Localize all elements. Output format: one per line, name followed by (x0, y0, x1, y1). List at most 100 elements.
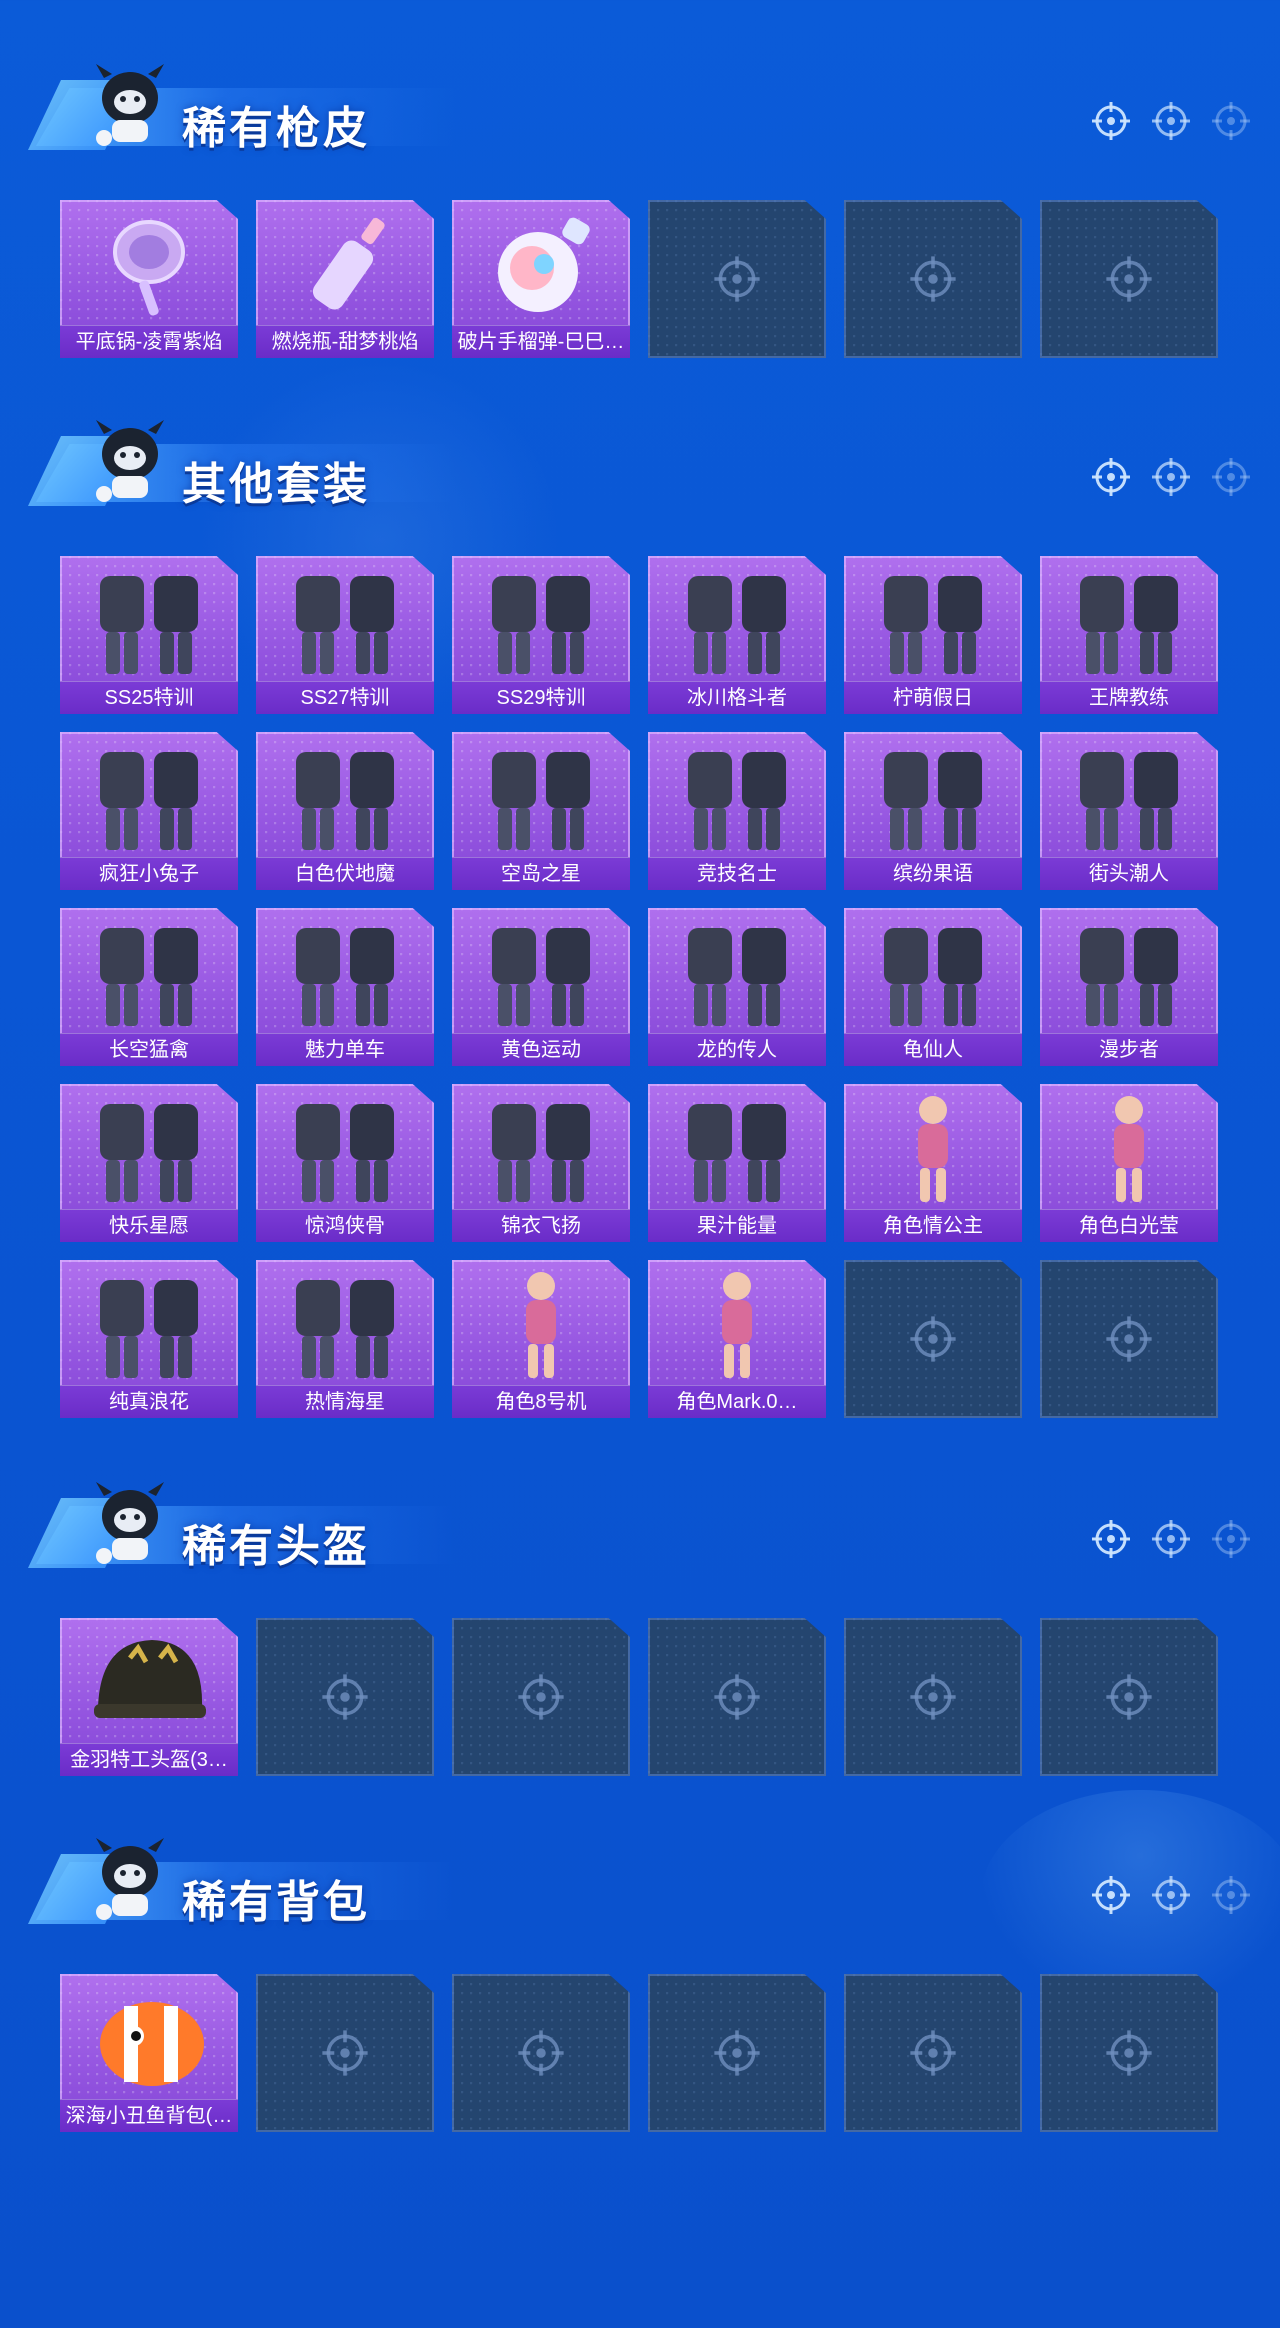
character-icon (1114, 1096, 1144, 1202)
item-card[interactable]: 龙的传人 (648, 908, 826, 1066)
item-card[interactable]: 白色伏地魔 (256, 732, 434, 890)
section-title: 稀有背包 (182, 1878, 370, 1927)
item-label: 王牌教练 (1040, 681, 1218, 714)
outfit-icon (296, 928, 394, 1026)
item-card[interactable]: 金羽特工头盔(3… (60, 1618, 238, 1776)
item-label: 冰川格斗者 (648, 681, 826, 714)
crosshair-group (1090, 1874, 1252, 1916)
crosshair-icon (320, 2028, 370, 2078)
item-card[interactable]: 黄色运动 (452, 908, 630, 1066)
empty-slot (648, 1974, 826, 2132)
empty-slot (844, 200, 1022, 358)
item-card[interactable]: 平底锅-凌霄紫焰 (60, 200, 238, 358)
item-card[interactable]: 果汁能量 (648, 1084, 826, 1242)
outfit-icon (884, 576, 982, 674)
outfit-icon (688, 928, 786, 1026)
crosshair-icon (1090, 1874, 1132, 1916)
item-card[interactable]: 魅力单车 (256, 908, 434, 1066)
item-card[interactable]: SS27特训 (256, 556, 434, 714)
item-label: 惊鸿侠骨 (256, 1209, 434, 1242)
item-card[interactable]: 惊鸿侠骨 (256, 1084, 434, 1242)
crosshair-group (1090, 1518, 1252, 1560)
item-card[interactable]: 疯狂小兔子 (60, 732, 238, 890)
section-header: 稀有背包 (0, 1774, 1280, 1927)
item-card[interactable]: 王牌教练 (1040, 556, 1218, 714)
empty-slot (648, 1618, 826, 1776)
outfit-icon (688, 1104, 786, 1202)
item-card[interactable]: 角色8号机 (452, 1260, 630, 1418)
crosshair-icon (712, 1672, 762, 1722)
empty-slot (844, 1974, 1022, 2132)
outfit-icon (100, 1280, 198, 1378)
character-icon (526, 1272, 556, 1378)
outfit-icon (1080, 752, 1178, 850)
crosshair-icon (1104, 1672, 1154, 1722)
item-card[interactable]: 柠萌假日 (844, 556, 1022, 714)
empty-slot (844, 1618, 1022, 1776)
section-header: 稀有枪皮 (0, 0, 1280, 153)
item-label: 龟仙人 (844, 1033, 1022, 1066)
item-card[interactable]: 破片手榴弹-巳巳… (452, 200, 630, 358)
item-card[interactable]: 长空猛禽 (60, 908, 238, 1066)
item-card[interactable]: 热情海星 (256, 1260, 434, 1418)
item-card[interactable]: 角色白光莹 (1040, 1084, 1218, 1242)
crosshair-icon (1210, 1874, 1252, 1916)
item-label: 金羽特工头盔(3… (60, 1743, 238, 1776)
item-card[interactable]: 竞技名士 (648, 732, 826, 890)
empty-slot (648, 200, 826, 358)
item-label: 燃烧瓶-甜梦桃焰 (256, 325, 434, 358)
item-label: 角色白光莹 (1040, 1209, 1218, 1242)
item-card[interactable]: 缤纷果语 (844, 732, 1022, 890)
empty-slot (1040, 1618, 1218, 1776)
item-label: SS27特训 (256, 681, 434, 714)
mascot-icon (86, 58, 172, 156)
crosshair-icon (1104, 254, 1154, 304)
outfit-icon (492, 1104, 590, 1202)
item-card[interactable]: 街头潮人 (1040, 732, 1218, 890)
empty-slot (452, 1618, 630, 1776)
crosshair-icon (516, 2028, 566, 2078)
item-card[interactable]: 角色情公主 (844, 1084, 1022, 1242)
outfit-icon (296, 1280, 394, 1378)
crosshair-icon (908, 1672, 958, 1722)
outfit-icon (492, 752, 590, 850)
outfit-icon (492, 928, 590, 1026)
helmet-icon (94, 1640, 206, 1718)
bottle-icon (312, 217, 385, 310)
item-label: 角色8号机 (452, 1385, 630, 1418)
item-card[interactable]: SS29特训 (452, 556, 630, 714)
crosshair-icon (1090, 100, 1132, 142)
outfit-icon (100, 928, 198, 1026)
outfit-icon (688, 752, 786, 850)
crosshair-icon (1150, 100, 1192, 142)
crosshair-icon (908, 2028, 958, 2078)
item-card[interactable]: 角色Mark.0… (648, 1260, 826, 1418)
item-card[interactable]: 快乐星愿 (60, 1084, 238, 1242)
item-card[interactable]: 深海小丑鱼背包(… (60, 1974, 238, 2132)
mascot-icon (86, 1832, 172, 1930)
crosshair-icon (1150, 1518, 1192, 1560)
crosshair-icon (712, 254, 762, 304)
item-label: SS29特训 (452, 681, 630, 714)
crosshair-icon (1210, 1518, 1252, 1560)
item-card[interactable]: 冰川格斗者 (648, 556, 826, 714)
item-card[interactable]: 锦衣飞扬 (452, 1084, 630, 1242)
section-title: 其他套装 (182, 460, 370, 509)
pan-icon (113, 220, 185, 316)
item-card[interactable]: 漫步者 (1040, 908, 1218, 1066)
empty-slot (256, 1974, 434, 2132)
crosshair-icon (1150, 1874, 1192, 1916)
item-label: 黄色运动 (452, 1033, 630, 1066)
item-card[interactable]: 龟仙人 (844, 908, 1022, 1066)
item-label: 白色伏地魔 (256, 857, 434, 890)
outfit-icon (884, 752, 982, 850)
item-card[interactable]: SS25特训 (60, 556, 238, 714)
item-label: 平底锅-凌霄紫焰 (60, 325, 238, 358)
item-label: 纯真浪花 (60, 1385, 238, 1418)
item-card[interactable]: 空岛之星 (452, 732, 630, 890)
item-card[interactable]: 纯真浪花 (60, 1260, 238, 1418)
item-label: 角色情公主 (844, 1209, 1022, 1242)
grenade-icon (498, 217, 590, 312)
backpack-icon (100, 2002, 204, 2086)
item-card[interactable]: 燃烧瓶-甜梦桃焰 (256, 200, 434, 358)
